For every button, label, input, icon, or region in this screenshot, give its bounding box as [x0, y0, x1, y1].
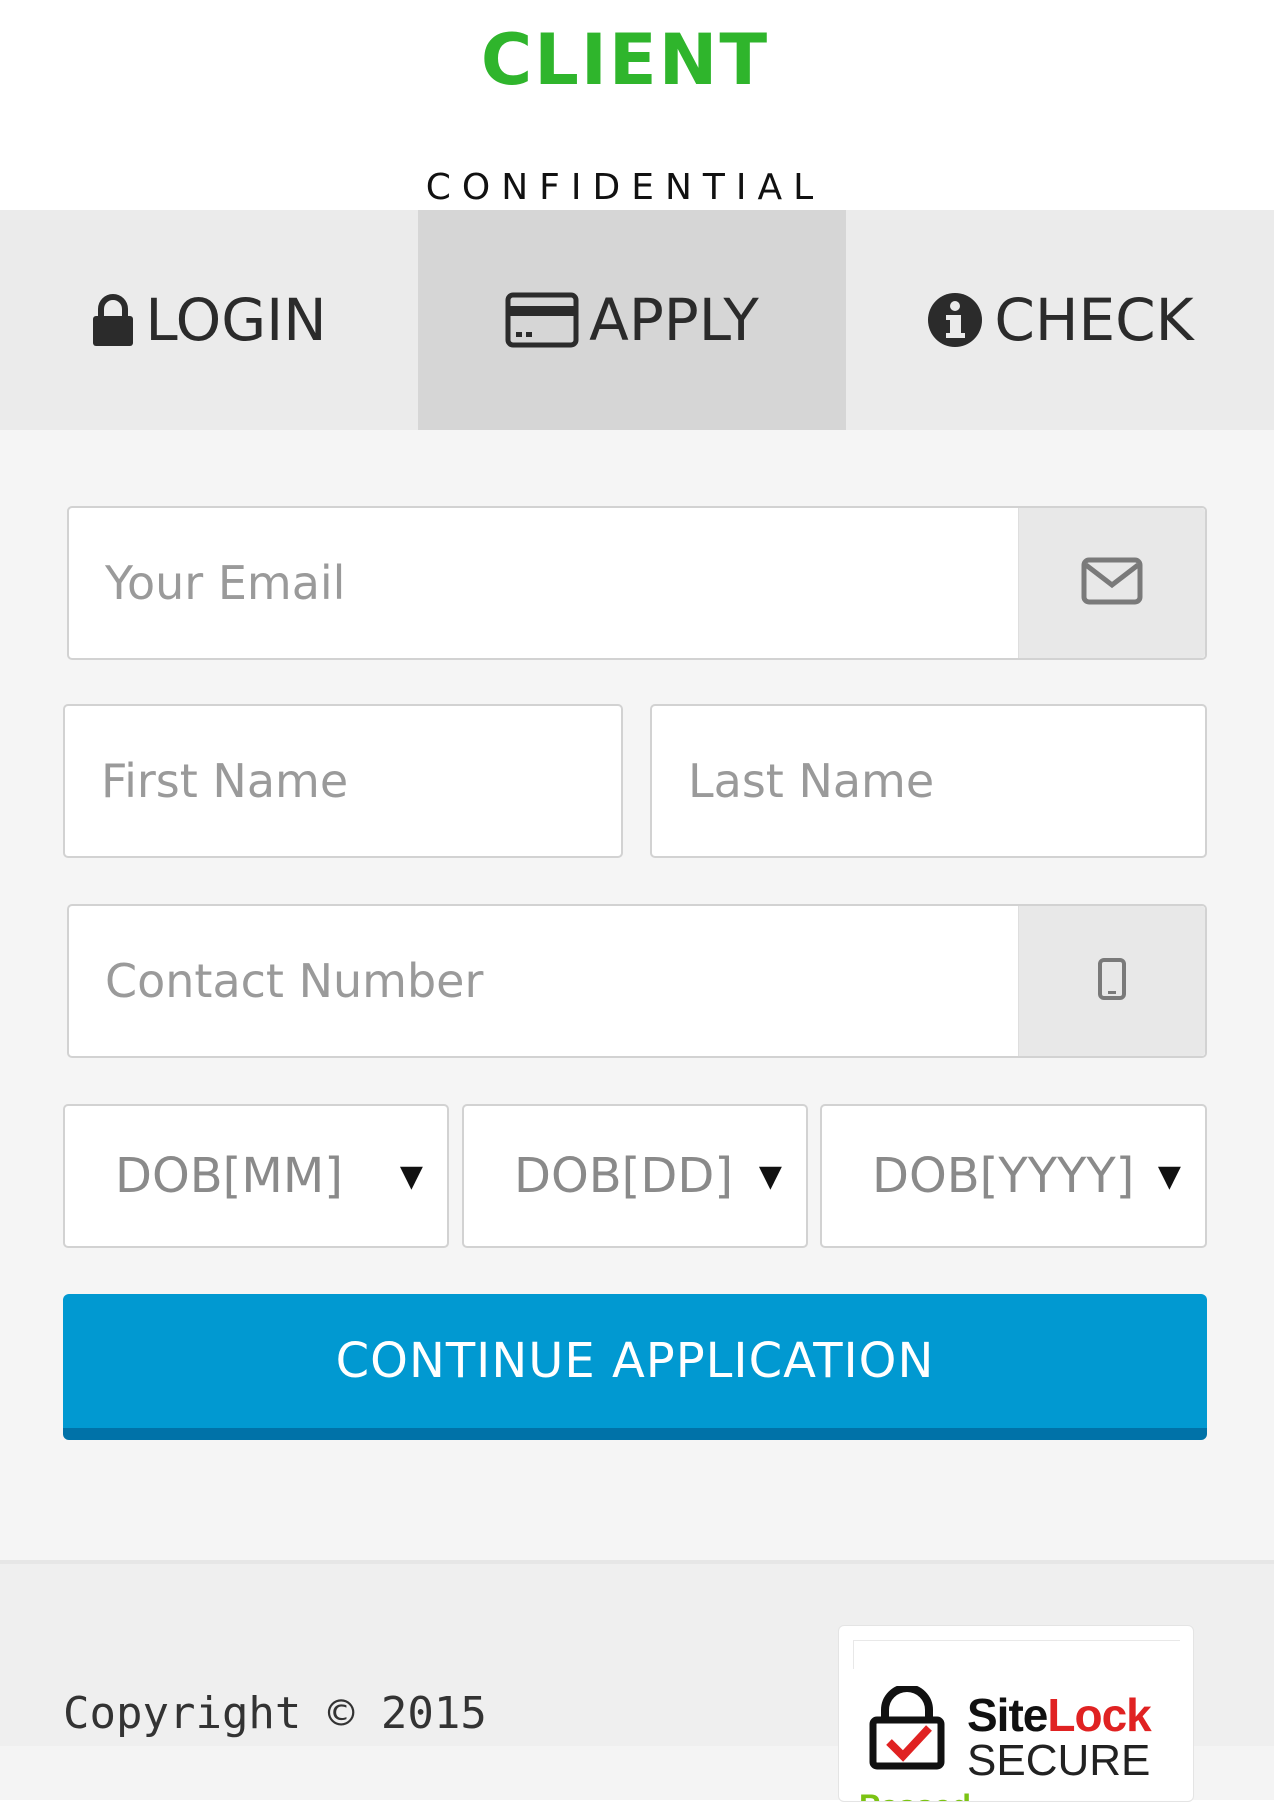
sitelock-badge[interactable]: SiteLock SECURE Passed — [838, 1625, 1194, 1802]
first-name-field — [63, 704, 623, 858]
chevron-down-icon: ▼ — [399, 1158, 423, 1194]
first-name-input[interactable] — [65, 706, 621, 856]
dob-month-select[interactable]: DOB[MM] ▼ — [63, 1104, 449, 1248]
dob-year-value: DOB[YYYY] — [872, 1148, 1135, 1204]
dob-year-select[interactable]: DOB[YYYY] ▼ — [820, 1104, 1207, 1248]
brand-title: CLIENT — [480, 19, 770, 101]
chevron-down-icon: ▼ — [758, 1158, 782, 1194]
copyright-text: Copyright © 2015 — [63, 1688, 487, 1739]
lock-icon — [91, 293, 135, 347]
sitelock-site-text: Site — [967, 1689, 1048, 1741]
info-icon — [926, 291, 984, 349]
sitelock-secure-text: SECURE — [967, 1736, 1151, 1785]
last-name-input[interactable] — [652, 706, 1205, 856]
mobile-phone-icon — [1097, 957, 1127, 1006]
sitelock-lock-text: Lock — [1047, 1689, 1151, 1741]
tab-bar: LOGIN APPLY CHECK — [0, 210, 1274, 430]
last-name-field — [650, 704, 1207, 858]
sitelock-brand: SiteLock — [967, 1688, 1152, 1742]
padlock-check-icon — [867, 1684, 947, 1775]
brand-subtitle: CONFIDENTIAL — [425, 167, 825, 208]
tab-login[interactable]: LOGIN — [0, 210, 418, 430]
credit-card-icon — [505, 292, 579, 348]
envelope-icon — [1081, 557, 1143, 610]
tab-apply-label: APPLY — [589, 286, 759, 354]
email-addon — [1018, 508, 1205, 658]
dob-day-select[interactable]: DOB[DD] ▼ — [462, 1104, 808, 1248]
tab-check-label: CHECK — [994, 286, 1194, 354]
brand-header: CLIENT CONFIDENTIAL — [0, 0, 1280, 210]
tab-login-label: LOGIN — [145, 286, 327, 354]
tab-check[interactable]: CHECK — [846, 210, 1274, 430]
contact-number-field — [67, 904, 1207, 1058]
email-field — [67, 506, 1207, 660]
chevron-down-icon: ▼ — [1157, 1158, 1181, 1194]
continue-application-button[interactable]: CONTINUE APPLICATION — [63, 1294, 1207, 1440]
dob-month-value: DOB[MM] — [115, 1148, 343, 1204]
dob-day-value: DOB[DD] — [514, 1148, 734, 1204]
tab-apply[interactable]: APPLY — [418, 210, 846, 430]
contact-addon — [1018, 906, 1205, 1056]
badge-frame — [853, 1640, 1180, 1669]
